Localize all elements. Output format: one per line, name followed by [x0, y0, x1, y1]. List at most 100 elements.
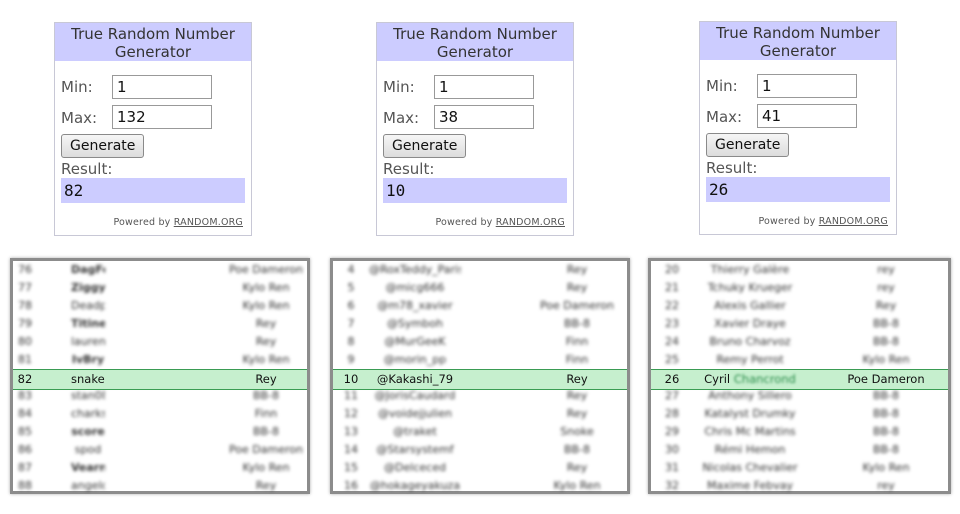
- generate-button[interactable]: Generate: [706, 133, 790, 157]
- row-number: 13: [344, 425, 358, 438]
- entries-table-1: 76DagFortunePoe Dameron77ZiggyKylo Ren78…: [10, 258, 310, 494]
- character-name: Rey: [255, 335, 277, 348]
- table-row: 78 Deadpixel Kylo Ren: [13, 297, 307, 315]
- row-number: 5: [347, 281, 355, 294]
- entrant-name: Alexis Gallier: [714, 299, 786, 312]
- result-label: Result:: [61, 160, 113, 178]
- min-input[interactable]: 1: [434, 75, 534, 99]
- random-org-link[interactable]: RANDOM.ORG: [496, 217, 565, 228]
- character-name: Poe Dameron: [540, 299, 614, 312]
- character-name: rey: [877, 479, 895, 492]
- character-name: Kylo Ren: [242, 281, 290, 294]
- row-number: 14: [344, 443, 358, 456]
- widget-title: True Random Number Generator: [700, 22, 896, 60]
- max-input[interactable]: 41: [757, 104, 857, 128]
- powered-by: Powered by RANDOM.ORG: [435, 217, 565, 228]
- max-input[interactable]: 38: [434, 105, 534, 129]
- table-row: 6 @m78_xavier Poe Dameron: [333, 297, 627, 315]
- character-name: BB-8: [872, 443, 900, 456]
- table-row-selected: 10 @Kakashi_79 Rey: [333, 369, 627, 390]
- entrant-name: @hokageyakuza: [369, 479, 461, 492]
- entrant-name: @RoxTeddy_Paris: [369, 263, 461, 276]
- character-name: Rey: [566, 281, 588, 294]
- character-name: BB-8: [252, 425, 280, 438]
- table-row: 21 Tchuky Krueger rey: [651, 279, 948, 297]
- table-row: 12 @voidejjulien Rey: [333, 405, 627, 423]
- row-number: 12: [344, 407, 358, 420]
- character-name: Kylo Ren: [862, 461, 910, 474]
- character-name: Rey: [875, 299, 897, 312]
- result-label: Result:: [383, 160, 435, 178]
- result-label: Result:: [706, 159, 758, 177]
- widget-title: True Random Number Generator: [377, 23, 573, 61]
- entrant-name: DagFortune: [71, 263, 105, 276]
- entrant-name: score: [71, 425, 105, 438]
- entrant-name: laurence: [71, 335, 105, 348]
- table-row: 14 @Starsystemf BB-8: [333, 441, 627, 459]
- character-name: Poe Dameron: [847, 372, 925, 386]
- table-row: 9 @morin_pp Finn: [333, 351, 627, 369]
- entrant-name: spod: [74, 443, 102, 456]
- table-row: 23 Xavier Draye BB-8: [651, 315, 948, 333]
- entrant-name: @micg666: [385, 281, 445, 294]
- row-number: 8: [347, 335, 355, 348]
- table-row: 7 @Symboh BB-8: [333, 315, 627, 333]
- character-name: Rey: [566, 372, 588, 386]
- table-row: 29 Chris Mc Martins BB-8: [651, 423, 948, 441]
- row-number: 84: [18, 407, 32, 420]
- row-number: 7: [347, 317, 355, 330]
- character-name: Rey: [255, 317, 277, 330]
- row-number: 88: [18, 479, 32, 492]
- entrant-name: charks: [71, 407, 105, 420]
- entrant-name: Vearn: [71, 461, 105, 474]
- table-row: 87 Vearn Kylo Ren: [13, 459, 307, 477]
- min-input[interactable]: 1: [112, 75, 212, 99]
- entries-table-2: 4 @RoxTeddy_Paris Rey 5 @micg666 Rey 6 @m78_xav…: [330, 258, 630, 494]
- character-name: Finn: [565, 353, 589, 366]
- table-row-selected: 82 snake545454 Rey: [13, 369, 307, 390]
- character-name: BB-8: [872, 335, 900, 348]
- row-number: 4: [347, 263, 355, 276]
- table-row: 28 Katalyst Drumky BB-8: [651, 405, 948, 423]
- max-label: Max:: [706, 108, 743, 126]
- row-number: 16: [344, 479, 358, 492]
- character-name: Kylo Ren: [242, 461, 290, 474]
- character-name: Rey: [255, 372, 277, 386]
- widget-title: True Random Number Generator: [55, 23, 251, 61]
- row-number: 81: [18, 353, 32, 366]
- entrant-name: @m78_xavier: [377, 299, 453, 312]
- generate-button[interactable]: Generate: [383, 134, 467, 158]
- min-label: Min:: [61, 78, 93, 96]
- character-name: rey: [877, 263, 895, 276]
- row-number: 76: [18, 263, 32, 276]
- character-name: Rey: [566, 461, 588, 474]
- result-value: 26: [706, 177, 890, 202]
- row-number: 32: [665, 479, 679, 492]
- table-row: 4 @RoxTeddy_Paris Rey: [333, 261, 627, 279]
- powered-by: Powered by RANDOM.ORG: [113, 217, 243, 228]
- min-input[interactable]: 1: [757, 74, 857, 98]
- row-number: 87: [18, 461, 32, 474]
- result-value: 82: [61, 178, 245, 203]
- random-org-link[interactable]: RANDOM.ORG: [174, 217, 243, 228]
- entrant-name: IvBry: [71, 353, 105, 366]
- table-row: 80 laurence Rey: [13, 333, 307, 351]
- max-input[interactable]: 132: [112, 105, 212, 129]
- character-name: BB-8: [563, 317, 591, 330]
- random-org-link[interactable]: RANDOM.ORG: [819, 216, 888, 227]
- entrant-name: Deadpixel: [71, 299, 105, 312]
- entrant-surname-blurred: Chancrond: [733, 372, 796, 386]
- table-row: 31 Nicolas Chevalier Kylo Ren: [651, 459, 948, 477]
- character-name: rey: [877, 281, 895, 294]
- entrant-name: Katalyst Drumky: [704, 407, 796, 420]
- character-name: Rey: [255, 479, 277, 492]
- table-row: 15 @Delceced Rey: [333, 459, 627, 477]
- generate-button[interactable]: Generate: [61, 134, 145, 158]
- entrant-name: @voidejjulien: [378, 407, 452, 420]
- character-name: BB-8: [872, 317, 900, 330]
- table-row-selected: 26 Cyril Chancrond Poe Dameron: [651, 369, 948, 390]
- table-row: 88 angelofsoul Rey: [13, 477, 307, 495]
- entries-table-3: 20 Thierry Galère rey 21 Tchuky Krueger rey 22…: [648, 258, 951, 494]
- row-number: 86: [18, 443, 32, 456]
- character-name: Kylo Ren: [242, 353, 290, 366]
